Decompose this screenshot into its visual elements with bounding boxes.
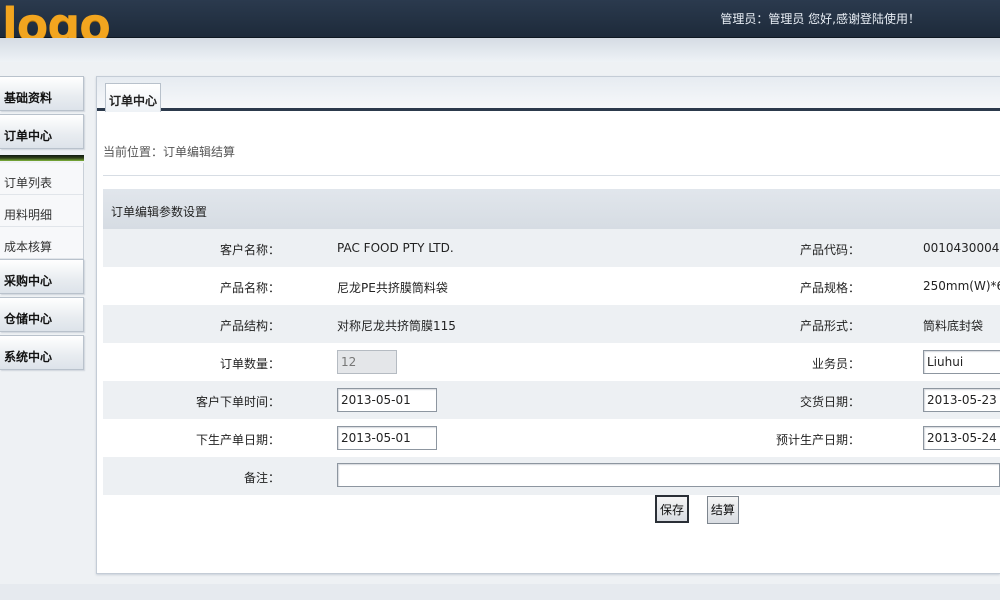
product-code-value: 00104300040 <box>923 241 1000 255</box>
production-order-date-label: 下生产单日期： <box>195 433 280 447</box>
salesperson-label: 业务员： <box>811 357 860 371</box>
form-row: 备注： <box>103 457 1000 495</box>
form-row: 产品结构： 对称尼龙共挤筒膜115 产品形式： 筒料底封袋 <box>103 305 1000 343</box>
footer-strip <box>0 584 1000 600</box>
breadcrumb: 当前位置：订单编辑结算 <box>103 145 236 159</box>
order-quantity-label: 订单数量： <box>219 357 280 371</box>
product-structure-label: 产品结构： <box>219 319 280 333</box>
main-panel: 订单中心 当前位置：订单编辑结算 订单编辑参数设置 客户名称： PAC FOOD… <box>96 76 1000 574</box>
section-title: 订单编辑参数设置 <box>103 189 1000 229</box>
sidebar-subitem-material-detail[interactable]: 用料明细 <box>0 195 83 227</box>
product-form-value: 筒料底封袋 <box>923 319 984 333</box>
salesperson-input[interactable] <box>923 350 1000 374</box>
product-name-label: 产品名称： <box>219 281 280 295</box>
delivery-date-input[interactable] <box>923 388 1000 412</box>
form-row: 产品名称： 尼龙PE共挤膜筒料袋 产品规格： 250mm(W)*620mm( <box>103 267 1000 305</box>
product-code-label: 产品代码： <box>799 243 860 257</box>
sidebar-item-basic-data[interactable]: 基础资料 <box>0 76 84 111</box>
tab-bar: 订单中心 <box>97 77 1000 112</box>
tab-order-center[interactable]: 订单中心 <box>105 83 161 112</box>
sidebar-subitem-order-list[interactable]: 订单列表 <box>0 163 83 195</box>
sidebar-active-divider <box>0 155 84 161</box>
sidebar-submenu: 订单列表 用料明细 成本核算 <box>0 163 84 259</box>
sidebar-item-system-center[interactable]: 系统中心 <box>0 335 84 370</box>
form-row: 客户下单时间： 交货日期： <box>103 381 1000 419</box>
form-buttons: 保存 结算 <box>655 495 753 524</box>
estimated-production-date-label: 预计生产日期： <box>775 433 860 447</box>
remarks-label: 备注： <box>243 471 280 485</box>
product-form-label: 产品形式： <box>799 319 860 333</box>
sidebar-item-purchasing-center[interactable]: 采购中心 <box>0 259 84 294</box>
customer-name-value: PAC FOOD PTY LTD. <box>337 241 454 255</box>
header-sub-bar <box>0 38 1000 62</box>
sidebar-subitem-cost-accounting[interactable]: 成本核算 <box>0 227 83 259</box>
production-order-date-input[interactable] <box>337 426 437 450</box>
form-row: 订单数量： 业务员： <box>103 343 1000 381</box>
order-edit-form: 客户名称： PAC FOOD PTY LTD. 产品代码： 0010430004… <box>103 229 1000 495</box>
remarks-input[interactable] <box>337 463 1000 487</box>
order-quantity-input <box>337 350 397 374</box>
form-row: 客户名称： PAC FOOD PTY LTD. 产品代码： 0010430004… <box>103 229 1000 267</box>
form-row: 下生产单日期： 预计生产日期： <box>103 419 1000 457</box>
product-name-value: 尼龙PE共挤膜筒料袋 <box>337 281 448 295</box>
sidebar-item-warehouse-center[interactable]: 仓储中心 <box>0 297 84 332</box>
sidebar-item-order-center[interactable]: 订单中心 <box>0 114 84 149</box>
delivery-date-label: 交货日期： <box>799 395 860 409</box>
estimated-production-date-input[interactable] <box>923 426 1000 450</box>
save-button[interactable]: 保存 <box>655 495 690 523</box>
top-header-bar: logo 管理员：管理员 您好,感谢登陆使用！ <box>0 0 1000 48</box>
settle-button[interactable]: 结算 <box>706 496 739 524</box>
breadcrumb-divider <box>103 175 1000 176</box>
customer-order-time-label: 客户下单时间： <box>195 395 280 409</box>
product-structure-value: 对称尼龙共挤筒膜115 <box>337 319 456 333</box>
welcome-message: 管理员：管理员 您好,感谢登陆使用！ <box>720 12 920 26</box>
customer-name-label: 客户名称： <box>219 243 280 257</box>
sidebar: 基础资料 订单中心 订单列表 用料明细 成本核算 采购中心 仓储中心 系统中心 <box>0 76 86 373</box>
product-spec-label: 产品规格： <box>799 281 860 295</box>
customer-order-time-input[interactable] <box>337 388 437 412</box>
product-spec-value: 250mm(W)*620mm( <box>923 279 1000 293</box>
